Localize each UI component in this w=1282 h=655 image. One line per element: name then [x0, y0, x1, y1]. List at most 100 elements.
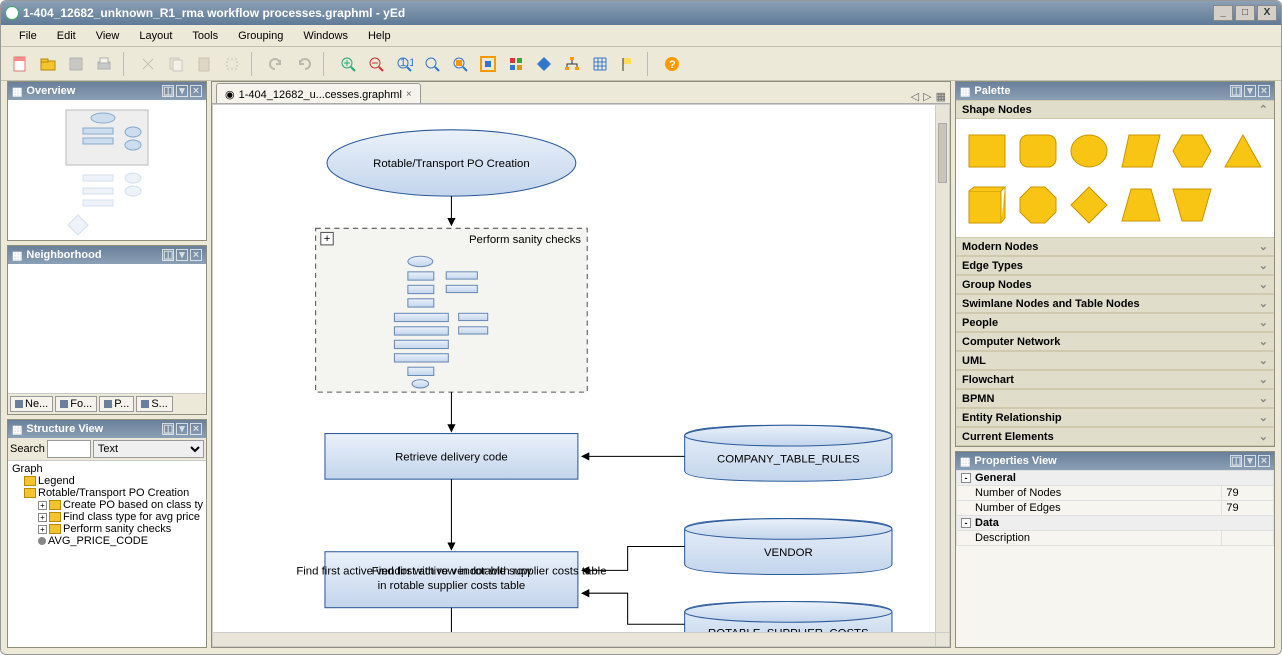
grid-button[interactable]	[587, 51, 613, 77]
vertical-scrollbar[interactable]	[935, 105, 949, 632]
palette-section[interactable]: Edge Types⌄	[956, 256, 1274, 275]
minimize-button[interactable]: _	[1213, 5, 1233, 21]
palette-section[interactable]: People⌄	[956, 313, 1274, 332]
help-button[interactable]: ?	[659, 51, 685, 77]
minitab-ne[interactable]: Ne...	[10, 396, 53, 412]
palette-section[interactable]: UML⌄	[956, 351, 1274, 370]
panel-min-icon[interactable]: ▾	[176, 249, 188, 261]
panel-close-icon[interactable]: ×	[1258, 85, 1270, 97]
delete-button[interactable]	[219, 51, 245, 77]
shape-rect3d[interactable]	[964, 181, 1009, 229]
palette-section[interactable]: Flowchart⌄	[956, 370, 1274, 389]
panel-pin-icon[interactable]: ◫	[1230, 455, 1242, 467]
palette-section-shapenodes[interactable]: Shape Nodes⌃	[956, 100, 1274, 119]
panel-close-icon[interactable]: ×	[190, 249, 202, 261]
zoom-in-button[interactable]	[335, 51, 361, 77]
palette-section[interactable]: Computer Network⌄	[956, 332, 1274, 351]
shape-trapezoid2[interactable]	[1169, 181, 1214, 229]
print-button[interactable]	[91, 51, 117, 77]
edge[interactable]	[582, 593, 685, 624]
shape-parallelogram[interactable]	[1118, 127, 1163, 175]
menu-grouping[interactable]: Grouping	[228, 28, 293, 44]
panel-pin-icon[interactable]: ◫	[1230, 85, 1242, 97]
panel-close-icon[interactable]: ×	[1258, 455, 1270, 467]
panel-min-icon[interactable]: ▾	[1244, 85, 1256, 97]
cut-button[interactable]	[135, 51, 161, 77]
shape-ellipse[interactable]	[1067, 127, 1112, 175]
prop-value[interactable]: 79	[1222, 486, 1274, 501]
expand-icon[interactable]: +	[38, 501, 47, 510]
undo-button[interactable]	[263, 51, 289, 77]
close-button[interactable]: X	[1257, 5, 1277, 21]
horizontal-scrollbar[interactable]	[213, 632, 935, 646]
palette-section[interactable]: Current Elements⌄	[956, 427, 1274, 446]
menu-file[interactable]: File	[9, 28, 47, 44]
palette-section[interactable]: Modern Nodes⌄	[956, 237, 1274, 256]
prop-group-general[interactable]: -General	[957, 471, 1274, 486]
panel-pin-icon[interactable]: ◫	[162, 423, 174, 435]
zoom-area-button[interactable]	[447, 51, 473, 77]
scrollbar-thumb[interactable]	[938, 123, 947, 183]
shape-rect[interactable]	[964, 127, 1009, 175]
expand-icon[interactable]: +	[38, 513, 47, 522]
prop-group-data[interactable]: -Data	[957, 516, 1274, 531]
menu-tools[interactable]: Tools	[182, 28, 228, 44]
tree-item[interactable]: +Create PO based on class ty	[10, 499, 204, 511]
shape-roundrect[interactable]	[1015, 127, 1060, 175]
flag-button[interactable]	[615, 51, 641, 77]
tree-item[interactable]: +Find class type for avg price	[10, 511, 204, 523]
panel-min-icon[interactable]: ▾	[1244, 455, 1256, 467]
palette-section[interactable]: Swimlane Nodes and Table Nodes⌄	[956, 294, 1274, 313]
panel-pin-icon[interactable]: ◫	[162, 249, 174, 261]
save-button[interactable]	[63, 51, 89, 77]
redo-button[interactable]	[291, 51, 317, 77]
structure-tree[interactable]: Graph Legend Rotable/Transport PO Creati…	[8, 461, 206, 647]
prop-value[interactable]	[1222, 531, 1274, 546]
palette-section[interactable]: Entity Relationship⌄	[956, 408, 1274, 427]
panel-close-icon[interactable]: ×	[190, 423, 202, 435]
neighborhood-canvas[interactable]	[8, 264, 206, 393]
tab-prev-icon[interactable]: ◁	[911, 90, 919, 103]
search-input[interactable]	[47, 440, 91, 458]
collapse-icon[interactable]: -	[961, 518, 971, 528]
fit-button[interactable]	[475, 51, 501, 77]
menu-edit[interactable]: Edit	[47, 28, 86, 44]
zoom-selection-button[interactable]	[419, 51, 445, 77]
menu-view[interactable]: View	[86, 28, 130, 44]
minitab-s[interactable]: S...	[136, 396, 173, 412]
search-mode-select[interactable]: Text	[93, 440, 204, 458]
open-button[interactable]	[35, 51, 61, 77]
panel-min-icon[interactable]: ▾	[176, 423, 188, 435]
minitab-p[interactable]: P...	[99, 396, 134, 412]
tab-close-icon[interactable]: ×	[406, 89, 412, 100]
menu-help[interactable]: Help	[358, 28, 401, 44]
graph-canvas[interactable]: Rotable/Transport PO Creation + Perform …	[212, 104, 950, 647]
shape-triangle[interactable]	[1221, 127, 1266, 175]
shape-octagon[interactable]	[1015, 181, 1060, 229]
palette-section[interactable]: BPMN⌄	[956, 389, 1274, 408]
maximize-button[interactable]: □	[1235, 5, 1255, 21]
copy-button[interactable]	[163, 51, 189, 77]
menu-windows[interactable]: Windows	[293, 28, 358, 44]
group-node[interactable]	[316, 228, 588, 392]
editor-tab[interactable]: ◉ 1-404_12682_u...cesses.graphml ×	[216, 83, 421, 103]
minitab-fo[interactable]: Fo...	[55, 396, 97, 412]
panel-min-icon[interactable]: ▾	[176, 85, 188, 97]
shape-diamond[interactable]	[1067, 181, 1112, 229]
zoom-out-button[interactable]	[363, 51, 389, 77]
expand-icon[interactable]: +	[38, 525, 47, 534]
zoom-reset-button[interactable]: 1:1	[391, 51, 417, 77]
tree-item[interactable]: Legend	[10, 475, 204, 487]
paste-button[interactable]	[191, 51, 217, 77]
tree-item[interactable]: Rotable/Transport PO Creation	[10, 487, 204, 499]
new-button[interactable]	[7, 51, 33, 77]
menu-layout[interactable]: Layout	[129, 28, 182, 44]
shape-trapezoid[interactable]	[1118, 181, 1163, 229]
tab-menu-icon[interactable]: ▦	[936, 90, 946, 103]
palette-section[interactable]: Group Nodes⌄	[956, 275, 1274, 294]
shape-hexagon[interactable]	[1169, 127, 1214, 175]
hierarchy-button[interactable]	[559, 51, 585, 77]
tree-item[interactable]: AVG_PRICE_CODE	[10, 535, 204, 547]
tree-root[interactable]: Graph	[10, 463, 204, 475]
tree-item[interactable]: +Perform sanity checks	[10, 523, 204, 535]
